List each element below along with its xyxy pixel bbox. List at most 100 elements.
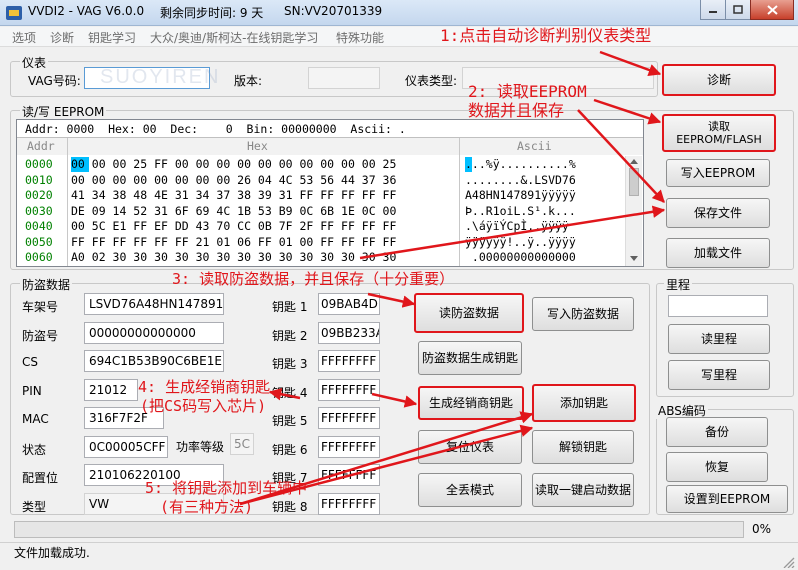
hex-row-ascii: ........&.LSVD76	[465, 172, 576, 187]
immo-field-label: 配置位	[22, 471, 59, 485]
hex-row-ascii: .00000000000000	[465, 250, 576, 264]
menu-diagnose[interactable]: 诊断	[50, 29, 74, 46]
hex-scrollbar[interactable]	[625, 156, 642, 266]
minimize-button[interactable]	[700, 0, 726, 20]
reset-instrument-button[interactable]: 复位仪表	[418, 430, 522, 464]
hex-row-addr: 0040	[25, 219, 53, 233]
gen-key-from-immo-button[interactable]: 防盗数据生成钥匙	[418, 341, 522, 375]
hex-col-hex: Hex	[247, 139, 268, 153]
hex-row-addr: 0000	[25, 157, 53, 171]
watermark: SUOYIREN	[100, 66, 221, 88]
eeprom-group-title: 读/写 EEPROM	[20, 103, 107, 120]
progress-bar	[14, 521, 744, 538]
hex-row-ascii: A48HN147891ÿÿÿÿÿ	[465, 188, 576, 202]
hex-row-hex: DE 09 14 52 31 6F 69 4C 1B 53 B9 0C 6B 1…	[71, 203, 397, 218]
hex-row-addr: 0010	[25, 172, 53, 187]
mileage-group-title: 里程	[664, 276, 693, 293]
hex-row-ascii: ÿÿÿÿÿÿ!..ÿ..ÿÿÿÿ	[465, 234, 576, 249]
mileage-field[interactable]	[668, 295, 768, 317]
hex-col-addr: Addr	[27, 139, 55, 153]
hex-row-hex: FF FF FF FF FF FF 21 01 06 FF 01 00 FF F…	[71, 234, 397, 249]
key-slot-label: 钥匙 4	[272, 385, 308, 400]
key-slot-value[interactable]: FFFFFFFF	[318, 350, 380, 372]
maximize-button[interactable]	[725, 0, 751, 20]
key-slot-label: 钥匙 8	[272, 499, 308, 514]
power-level-label: 功率等级	[176, 440, 225, 454]
scroll-up-icon[interactable]	[630, 159, 638, 164]
version-field[interactable]	[308, 67, 380, 89]
menu-special-functions[interactable]: 特殊功能	[336, 29, 384, 46]
menu-options[interactable]: 选项	[12, 29, 36, 46]
add-key-button[interactable]: 添加钥匙	[532, 384, 636, 422]
key-slot-value[interactable]: FFFFFFFF	[318, 464, 380, 486]
app-logo-icon	[6, 6, 22, 20]
power-level-field[interactable]: 5C	[230, 433, 254, 455]
hex-editor[interactable]: Addr: 0000 Hex: 00 Dec: 0 Bin: 00000000 …	[16, 119, 644, 267]
immo-field-value[interactable]: 694C1B53B90C6BE1EFDD	[84, 350, 224, 372]
read-eeprom-button[interactable]: 读取 EEPROM/FLASH	[662, 114, 776, 152]
hex-row-hex: 41 34 38 48 4E 31 34 37 38 39 31 FF FF F…	[71, 188, 397, 202]
key-slot-value[interactable]: 09BAB4DB	[318, 293, 380, 315]
load-file-button[interactable]: 加载文件	[666, 238, 770, 268]
immo-field-value[interactable]: 00000000000000	[84, 321, 224, 344]
key-slot-value[interactable]: FFFFFFFF	[318, 407, 380, 429]
close-button[interactable]	[750, 0, 794, 20]
diagnose-button[interactable]: 诊断	[662, 64, 776, 96]
annotation-step1: 1:点击自动诊断判别仪表类型	[440, 26, 652, 45]
immo-group-title: 防盗数据	[20, 276, 73, 293]
key-slot-value[interactable]: FFFFFFFF	[318, 435, 380, 458]
hex-row-hex: 00 5C E1 FF EF DD 43 70 CC 0B 7F 2F FF F…	[71, 219, 397, 233]
hex-row-addr: 0060	[25, 250, 53, 264]
scroll-down-icon[interactable]	[630, 256, 638, 261]
version-label: 版本:	[234, 74, 263, 88]
hex-row-ascii: .\áÿïÝCpÌ..ÿÿÿÿ	[465, 219, 569, 233]
hex-cursor-info: Addr: 0000 Hex: 00 Dec: 0 Bin: 00000000 …	[25, 122, 406, 136]
remaining-time: 剩余同步时间: 9 天	[160, 6, 264, 20]
read-one-click-start-button[interactable]: 读取一键启动数据	[532, 473, 634, 507]
key-slot-label: 钥匙 6	[272, 442, 308, 457]
all-keys-lost-button[interactable]: 全丢模式	[418, 473, 522, 507]
immo-field-label: PIN	[22, 383, 42, 398]
annotation-step4-line1: 4: 生成经销商钥匙	[138, 378, 271, 396]
immo-field-label: CS	[22, 355, 38, 369]
hex-row-hex: 00 00 00 25 FF 00 00 00 00 00 00 00 00 0…	[71, 157, 397, 171]
progress-percent: 0%	[752, 522, 772, 536]
immo-field-label: 车架号	[22, 300, 59, 314]
unlock-key-button[interactable]: 解锁钥匙	[532, 430, 634, 464]
maximize-icon	[733, 5, 743, 14]
read-mileage-button[interactable]: 读里程	[668, 324, 770, 354]
menu-online-key-learning[interactable]: 大众/奥迪/斯柯达-在线钥匙学习	[150, 29, 318, 46]
instrument-group-title: 仪表	[20, 54, 49, 71]
close-icon	[766, 4, 778, 15]
menu-bar: 选项 诊断 钥匙学习 大众/奥迪/斯柯达-在线钥匙学习 特殊功能	[0, 27, 798, 47]
key-slot-value[interactable]: 09BB233A	[318, 321, 380, 344]
scroll-thumb[interactable]	[629, 168, 639, 196]
abs-restore-button[interactable]: 恢复	[666, 452, 768, 482]
immo-field-value[interactable]: 21012	[84, 378, 138, 401]
immo-field-value[interactable]: 0C00005CFF	[84, 435, 168, 458]
key-slot-label: 钥匙 1	[272, 300, 308, 314]
write-eeprom-button[interactable]: 写入EEPROM	[666, 159, 770, 187]
hex-separator-addr	[67, 138, 68, 266]
status-text: 文件加载成功.	[14, 546, 90, 560]
write-immo-button[interactable]: 写入防盗数据	[532, 297, 634, 331]
abs-set-eeprom-button[interactable]: 设置到EEPROM	[666, 485, 788, 513]
annotation-step5-line2: (有三种方法)	[160, 498, 254, 516]
read-immo-button[interactable]: 读防盗数据	[414, 293, 524, 333]
write-mileage-button[interactable]: 写里程	[668, 360, 770, 390]
immo-field-label: 状态	[22, 442, 47, 457]
hex-col-ascii: Ascii	[517, 139, 552, 153]
key-slot-value[interactable]: FFFFFFFF	[318, 378, 380, 401]
hex-row-addr: 0030	[25, 203, 53, 218]
save-file-button[interactable]: 保存文件	[666, 198, 770, 228]
immo-field-value[interactable]: LSVD76A48HN147891	[84, 293, 224, 315]
title-bar: VVDI2 - VAG V6.0.0 剩余同步时间: 9 天 SN:VV2070…	[0, 0, 798, 26]
gen-dealer-key-button[interactable]: 生成经销商钥匙	[418, 386, 524, 420]
abs-backup-button[interactable]: 备份	[666, 417, 768, 447]
menu-key-learning[interactable]: 钥匙学习	[88, 29, 136, 46]
window-title: VVDI2 - VAG V6.0.0	[28, 4, 145, 18]
hex-row-ascii: Þ..R1oiL.S¹.k...	[465, 203, 576, 218]
resize-grip-icon[interactable]	[782, 556, 796, 568]
key-slot-value[interactable]: FFFFFFFF	[318, 492, 380, 515]
hex-separator-ascii	[459, 138, 460, 266]
